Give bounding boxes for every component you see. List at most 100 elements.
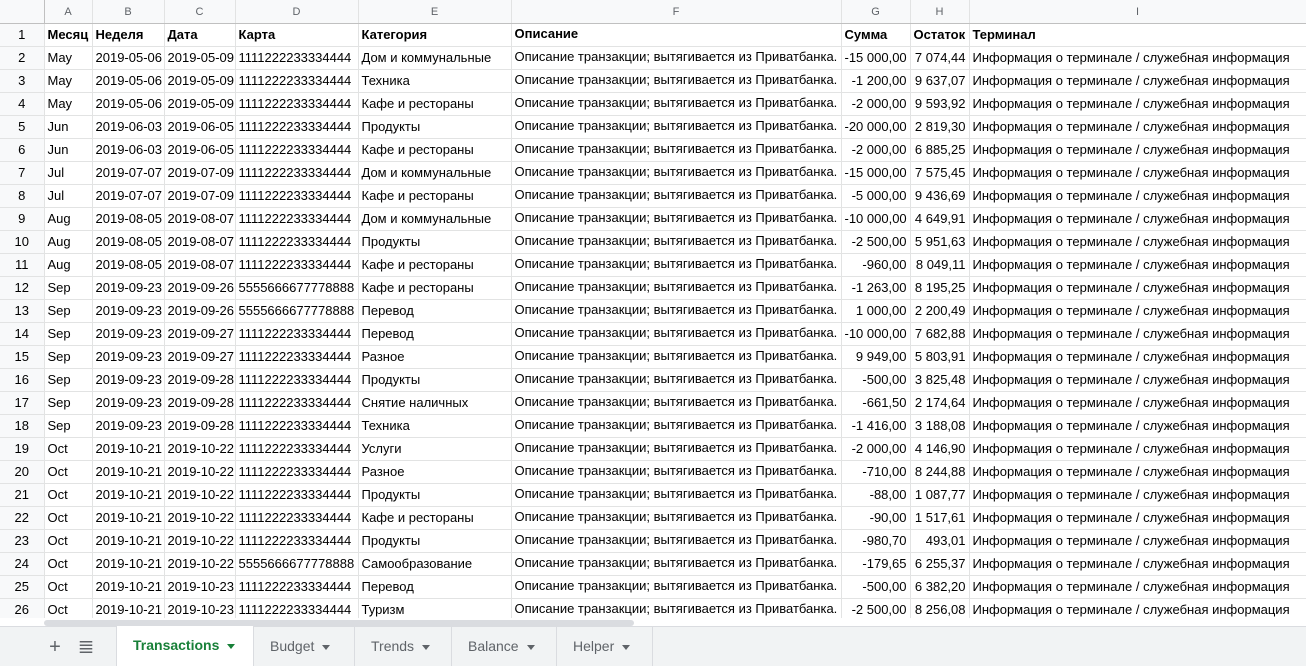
cell-d[interactable]: 1111222233334444: [235, 184, 359, 208]
cell-e[interactable]: Перевод: [358, 299, 512, 323]
cell-a[interactable]: Aug: [44, 230, 93, 254]
cell-g[interactable]: -88,00: [841, 483, 911, 507]
cell-i[interactable]: Информация о терминале / служебная инфор…: [969, 345, 1306, 369]
cell-a[interactable]: Jun: [44, 138, 93, 162]
caret-down-icon[interactable]: [322, 644, 331, 650]
cell-e[interactable]: Перевод: [358, 575, 512, 599]
cell-h[interactable]: 9 436,69: [910, 184, 970, 208]
cell-f[interactable]: Описание транзакции; вытягивается из При…: [511, 575, 842, 599]
cell-e[interactable]: Кафе и рестораны: [358, 506, 512, 530]
cell-c[interactable]: 2019-09-27: [164, 322, 236, 346]
cell-f[interactable]: Описание транзакции; вытягивается из При…: [511, 161, 842, 185]
cell-e[interactable]: Продукты: [358, 115, 512, 139]
cell-i[interactable]: Информация о терминале / служебная инфор…: [969, 92, 1306, 116]
cell-g[interactable]: -980,70: [841, 529, 911, 553]
cell-f[interactable]: Описание транзакции; вытягивается из При…: [511, 299, 842, 323]
cell-f[interactable]: Описание транзакции; вытягивается из При…: [511, 552, 842, 576]
cell-e[interactable]: Кафе и рестораны: [358, 253, 512, 277]
cell-g[interactable]: -90,00: [841, 506, 911, 530]
cell-i[interactable]: Информация о терминале / служебная инфор…: [969, 598, 1306, 618]
cell-a[interactable]: Jul: [44, 161, 93, 185]
cell-a[interactable]: Oct: [44, 552, 93, 576]
cell-d[interactable]: 1111222233334444: [235, 207, 359, 231]
cell-g[interactable]: -2 500,00: [841, 230, 911, 254]
cell-h[interactable]: 3 188,08: [910, 414, 970, 438]
cell-a[interactable]: Jul: [44, 184, 93, 208]
cell-a[interactable]: May: [44, 69, 93, 93]
column-header-d[interactable]: D: [235, 0, 359, 24]
cell-e[interactable]: Продукты: [358, 529, 512, 553]
cell-e[interactable]: Техника: [358, 69, 512, 93]
row-number[interactable]: 2: [0, 46, 45, 70]
cell-d[interactable]: 1111222233334444: [235, 92, 359, 116]
row-number[interactable]: 19: [0, 437, 45, 461]
cell-a[interactable]: Oct: [44, 460, 93, 484]
cell-h[interactable]: 7 682,88: [910, 322, 970, 346]
cell-h[interactable]: 8 049,11: [910, 253, 970, 277]
cell-e[interactable]: Продукты: [358, 483, 512, 507]
cell-d[interactable]: 1111222233334444: [235, 437, 359, 461]
cell-e[interactable]: Разное: [358, 460, 512, 484]
cell-b[interactable]: 2019-10-21: [92, 460, 165, 484]
cell-f[interactable]: Описание транзакции; вытягивается из При…: [511, 529, 842, 553]
cell-e[interactable]: Дом и коммунальные: [358, 207, 512, 231]
cell-e[interactable]: Техника: [358, 414, 512, 438]
tab-transactions[interactable]: Transactions: [116, 626, 254, 666]
cell-g[interactable]: -15 000,00: [841, 46, 911, 70]
cell-h[interactable]: 8 244,88: [910, 460, 970, 484]
tab-helper[interactable]: Helper: [557, 627, 653, 666]
cell-i[interactable]: Информация о терминале / служебная инфор…: [969, 437, 1306, 461]
cell-a[interactable]: May: [44, 46, 93, 70]
cell-c[interactable]: 2019-10-22: [164, 460, 236, 484]
cell-e[interactable]: Продукты: [358, 230, 512, 254]
cell-b[interactable]: 2019-08-05: [92, 230, 165, 254]
cell-h[interactable]: 5 951,63: [910, 230, 970, 254]
cell-c[interactable]: Дата: [164, 23, 236, 47]
cell-b[interactable]: 2019-09-23: [92, 391, 165, 415]
cell-g[interactable]: -15 000,00: [841, 161, 911, 185]
cell-c[interactable]: 2019-05-09: [164, 46, 236, 70]
row-number[interactable]: 13: [0, 299, 45, 323]
cell-i[interactable]: Информация о терминале / служебная инфор…: [969, 368, 1306, 392]
cell-b[interactable]: 2019-09-23: [92, 414, 165, 438]
cell-c[interactable]: 2019-10-22: [164, 529, 236, 553]
cell-d[interactable]: 1111222233334444: [235, 368, 359, 392]
caret-down-icon[interactable]: [422, 644, 431, 650]
cell-c[interactable]: 2019-08-07: [164, 253, 236, 277]
tab-balance[interactable]: Balance: [452, 627, 557, 666]
cell-b[interactable]: 2019-05-06: [92, 46, 165, 70]
caret-down-icon[interactable]: [227, 643, 236, 649]
row-number[interactable]: 1: [0, 23, 45, 47]
cell-e[interactable]: Перевод: [358, 322, 512, 346]
cell-a[interactable]: Sep: [44, 345, 93, 369]
cell-e[interactable]: Продукты: [358, 368, 512, 392]
cell-a[interactable]: Oct: [44, 506, 93, 530]
row-number[interactable]: 15: [0, 345, 45, 369]
cell-f[interactable]: Описание транзакции; вытягивается из При…: [511, 437, 842, 461]
cell-e[interactable]: Кафе и рестораны: [358, 184, 512, 208]
cell-e[interactable]: Туризм: [358, 598, 512, 618]
select-all-corner[interactable]: [0, 0, 45, 24]
cell-g[interactable]: -2 000,00: [841, 92, 911, 116]
cell-d[interactable]: 1111222233334444: [235, 414, 359, 438]
column-header-e[interactable]: E: [358, 0, 512, 24]
cell-i[interactable]: Информация о терминале / служебная инфор…: [969, 69, 1306, 93]
caret-down-icon[interactable]: [622, 644, 631, 650]
cell-e[interactable]: Дом и коммунальные: [358, 161, 512, 185]
cell-f[interactable]: Описание транзакции; вытягивается из При…: [511, 345, 842, 369]
row-number[interactable]: 10: [0, 230, 45, 254]
cell-g[interactable]: -2 000,00: [841, 437, 911, 461]
row-number[interactable]: 9: [0, 207, 45, 231]
cell-a[interactable]: Sep: [44, 414, 93, 438]
cell-h[interactable]: 9 637,07: [910, 69, 970, 93]
cell-i[interactable]: Информация о терминале / служебная инфор…: [969, 575, 1306, 599]
tab-budget[interactable]: Budget: [254, 627, 355, 666]
cell-b[interactable]: 2019-07-07: [92, 184, 165, 208]
cell-c[interactable]: 2019-05-09: [164, 69, 236, 93]
row-number[interactable]: 4: [0, 92, 45, 116]
cell-d[interactable]: 1111222233334444: [235, 46, 359, 70]
cell-g[interactable]: -960,00: [841, 253, 911, 277]
cell-i[interactable]: Информация о терминале / служебная инфор…: [969, 161, 1306, 185]
cell-a[interactable]: Oct: [44, 598, 93, 618]
cell-f[interactable]: Описание транзакции; вытягивается из При…: [511, 253, 842, 277]
